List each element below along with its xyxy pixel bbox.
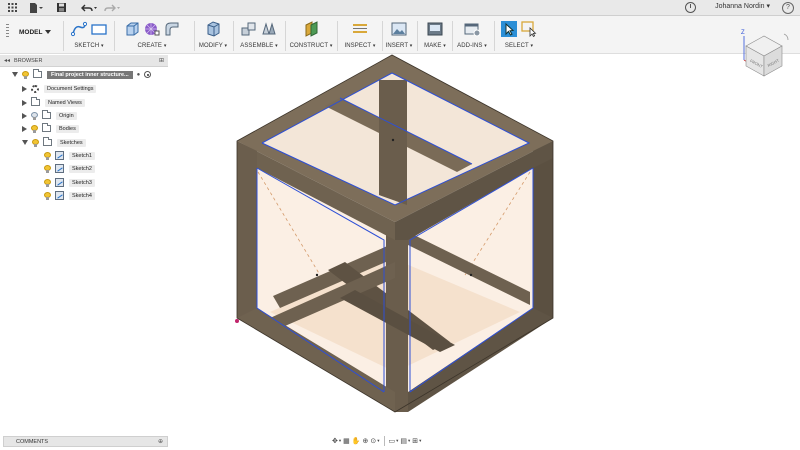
view-cube[interactable]: Z FRONT RIGHT	[736, 26, 792, 82]
back-vertical-bar-visible	[379, 80, 407, 205]
fit-dropdown: ▾	[377, 438, 380, 443]
right-post	[533, 141, 553, 325]
grid-settings-dropdown: ▾	[408, 438, 411, 443]
sketch-point	[469, 273, 473, 277]
grid-settings-icon: ▤	[400, 438, 408, 445]
rotate-icon[interactable]	[783, 33, 789, 41]
z-axis-label: Z	[741, 30, 745, 36]
look-at-icon: ▦	[343, 438, 350, 445]
sketch-point	[391, 138, 395, 142]
grid-settings-button[interactable]: ▤ ▾	[400, 435, 410, 447]
orbit-dropdown: ▾	[338, 438, 342, 443]
left-post	[237, 141, 257, 325]
navigation-bar: ✥ ▾ ▦ ✋ ⊕ ⊙ ▾ ▭ ▾ ▤ ▾ ⊞ ▾	[332, 434, 470, 448]
fit-icon: ⊙	[370, 438, 377, 445]
comments-add-icon[interactable]: ⊕	[158, 438, 163, 445]
zoom-icon: ⊕	[362, 438, 369, 445]
pan-button[interactable]: ✋	[352, 435, 361, 447]
fit-button[interactable]: ⊙ ▾	[370, 435, 379, 447]
sketch-point	[315, 273, 319, 277]
nav-divider	[383, 436, 385, 446]
display-dropdown: ▾	[396, 438, 399, 443]
look-at-button[interactable]: ▦	[343, 435, 350, 447]
comments-title: COMMENTS	[16, 438, 49, 445]
comments-panel[interactable]: COMMENTS ⊕	[3, 436, 168, 447]
model-canvas[interactable]	[0, 0, 800, 450]
display-icon: ▭	[388, 438, 396, 445]
viewports-icon: ⊞	[412, 438, 419, 445]
pan-icon: ✋	[351, 438, 361, 445]
viewports-dropdown: ▾	[419, 438, 422, 443]
orbit-button[interactable]: ✥ ▾	[332, 435, 341, 447]
display-settings-button[interactable]: ▭ ▾	[389, 435, 399, 447]
zoom-button[interactable]: ⊕	[362, 435, 368, 447]
viewports-button[interactable]: ⊞ ▾	[412, 435, 421, 447]
orbit-icon: ✥	[332, 438, 338, 445]
origin-point	[235, 319, 239, 323]
